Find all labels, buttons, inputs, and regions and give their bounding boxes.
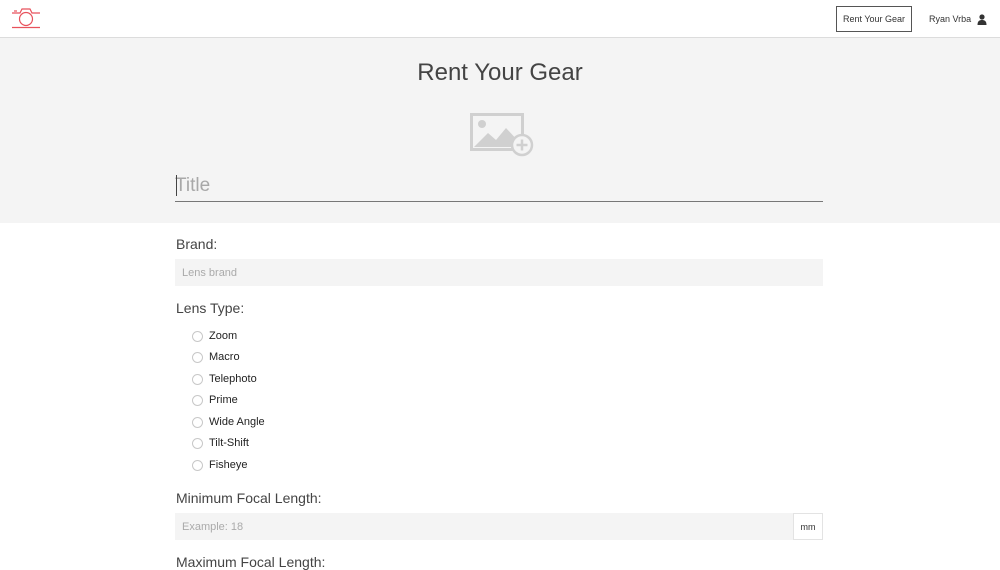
radio-label: Prime [209, 394, 238, 406]
max-focal-length-label: Maximum Focal Length: [176, 554, 326, 570]
lens-type-label: Lens Type: [176, 300, 245, 316]
radio-button[interactable] [192, 459, 203, 471]
page-header: Rent Your Gear [0, 38, 1000, 223]
user-menu[interactable]: Ryan Vrba [929, 12, 987, 26]
radio-button[interactable] [192, 373, 203, 385]
radio-button[interactable] [192, 394, 203, 406]
user-name: Ryan Vrba [929, 14, 972, 24]
min-focal-length-label: Minimum Focal Length: [176, 490, 322, 506]
lens-type-option-macro[interactable]: Macro [192, 349, 240, 365]
radio-label: Telephoto [209, 373, 257, 385]
title-input[interactable] [175, 170, 823, 201]
radio-button[interactable] [192, 416, 203, 428]
radio-label: Fisheye [209, 459, 248, 471]
radio-label: Macro [209, 351, 240, 363]
radio-button[interactable] [192, 330, 203, 342]
min-focal-length-input[interactable] [175, 513, 793, 540]
title-field [175, 170, 823, 202]
brand-input[interactable] [175, 259, 823, 286]
lens-type-option-prime[interactable]: Prime [192, 392, 238, 408]
unit-addon: mm [793, 513, 823, 540]
brand-label: Brand: [176, 236, 218, 252]
radio-label: Wide Angle [209, 416, 265, 428]
radio-button[interactable] [192, 351, 203, 363]
user-icon [977, 13, 987, 25]
lens-type-option-telephoto[interactable]: Telephoto [192, 371, 257, 387]
min-focal-length-group: mm [175, 513, 823, 540]
page-title: Rent Your Gear [417, 59, 583, 86]
lens-type-option-wide-angle[interactable]: Wide Angle [192, 414, 265, 430]
radio-label: Tilt-Shift [209, 437, 249, 449]
top-navbar: Rent Your Gear Ryan Vrba [0, 0, 1000, 38]
lens-type-option-fisheye[interactable]: Fisheye [192, 457, 248, 473]
text-cursor [176, 175, 177, 196]
add-image-icon[interactable] [470, 113, 534, 157]
lens-type-option-zoom[interactable]: Zoom [192, 328, 237, 344]
camera-logo-icon[interactable] [11, 6, 41, 30]
lens-type-option-tilt-shift[interactable]: Tilt-Shift [192, 435, 249, 451]
radio-label: Zoom [209, 330, 238, 342]
rent-your-gear-button[interactable]: Rent Your Gear [836, 6, 912, 32]
radio-button[interactable] [192, 437, 203, 449]
